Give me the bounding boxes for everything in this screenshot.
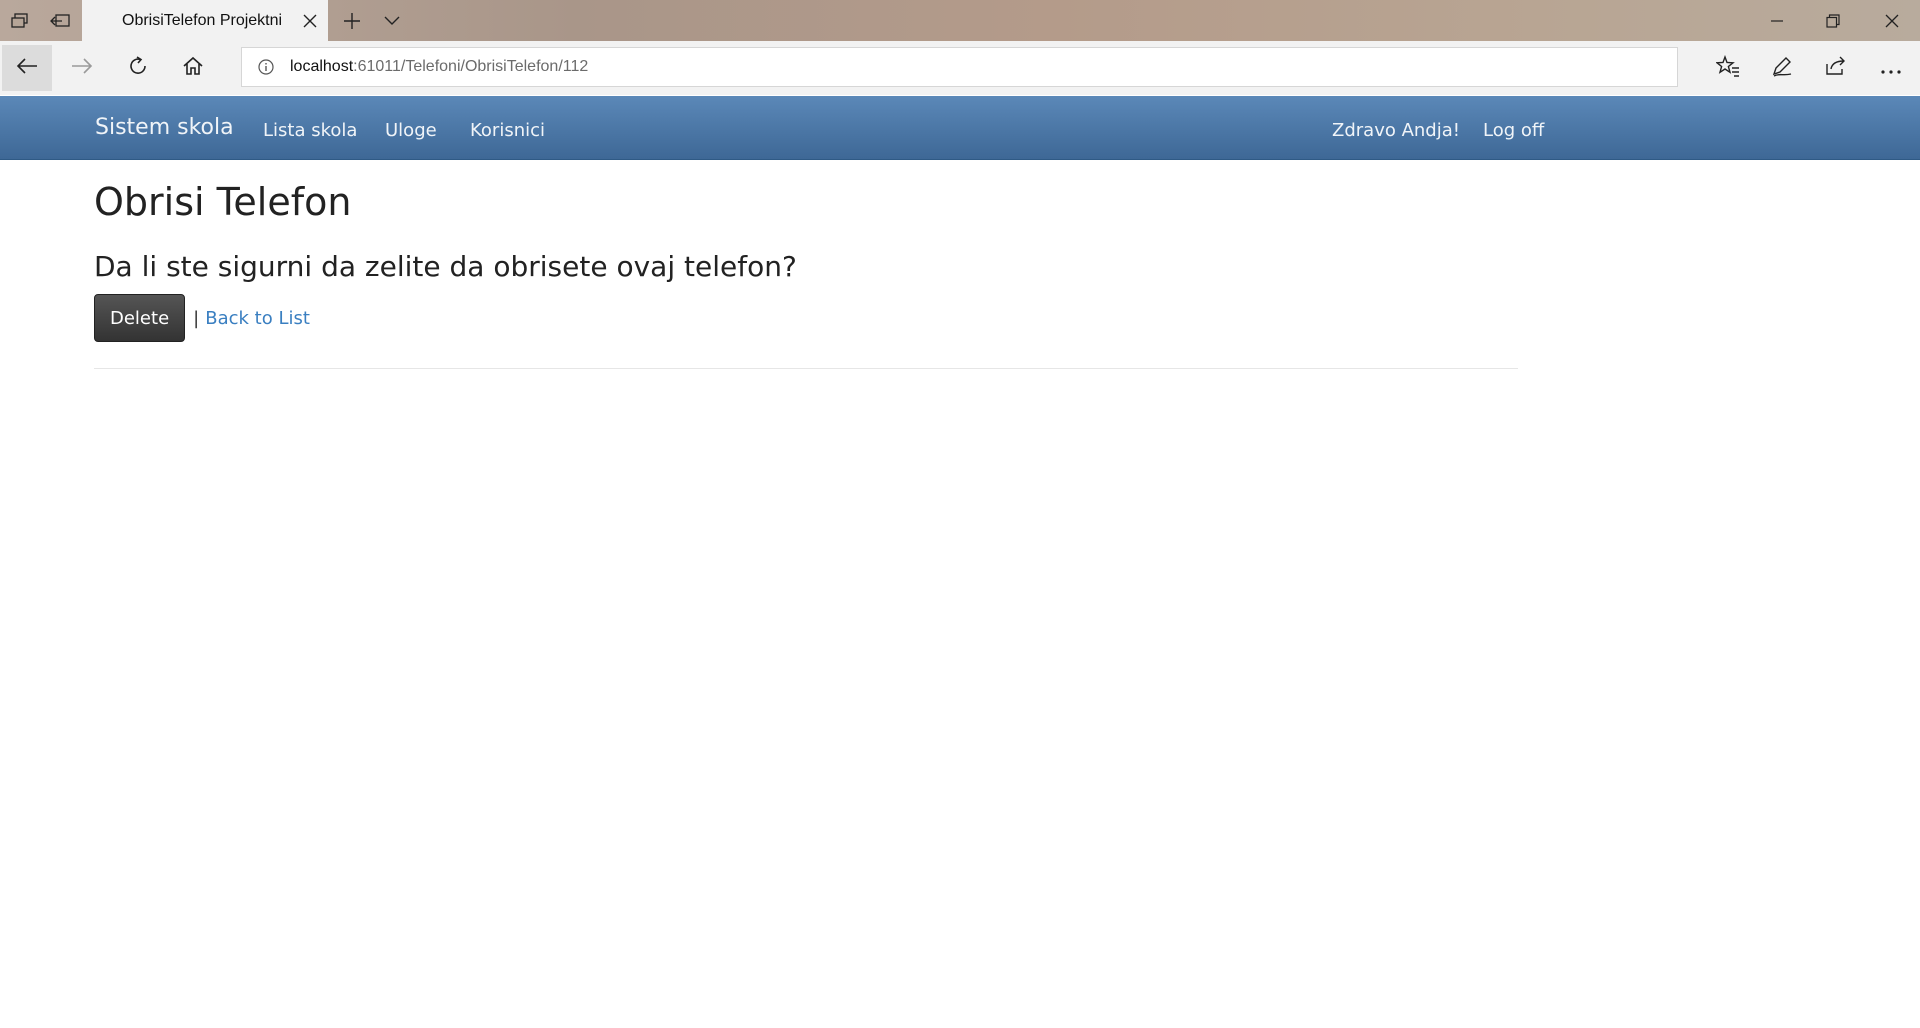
- site-navbar: Sistem skola Lista skola Uloge Korisnici…: [0, 96, 1920, 160]
- nav-link-uloge[interactable]: Uloge: [385, 120, 437, 141]
- close-window-icon[interactable]: [1864, 0, 1920, 41]
- tab-overview-icon[interactable]: [0, 0, 40, 41]
- url-text: localhost:61011/Telefoni/ObrisiTelefon/1…: [290, 58, 588, 76]
- minimize-icon[interactable]: [1749, 0, 1805, 41]
- pen-icon: [1771, 55, 1793, 81]
- refresh-button[interactable]: [113, 45, 163, 91]
- back-button[interactable]: [2, 45, 52, 91]
- delete-confirmation-question: Da li ste sigurni da zelite da obrisete …: [94, 250, 797, 283]
- forward-icon: [71, 57, 93, 79]
- page-title: Obrisi Telefon: [94, 180, 352, 224]
- more-icon: [1881, 59, 1901, 78]
- favorites-button[interactable]: [1703, 45, 1753, 91]
- form-actions: Delete | Back to List: [94, 294, 1518, 342]
- browser-tab-strip: ObrisiTelefon Projektni: [0, 0, 1920, 41]
- restore-icon[interactable]: [1805, 0, 1861, 41]
- navbar-brand[interactable]: Sistem skola: [95, 115, 234, 140]
- tab-preview-chevron-icon[interactable]: [372, 0, 412, 41]
- tab-title: ObrisiTelefon Projektni: [122, 11, 283, 29]
- nav-link-lista-skola[interactable]: Lista skola: [263, 120, 357, 141]
- address-bar[interactable]: localhost:61011/Telefoni/ObrisiTelefon/1…: [241, 47, 1678, 87]
- browser-toolbar: localhost:61011/Telefoni/ObrisiTelefon/1…: [0, 41, 1920, 95]
- user-greeting-link[interactable]: Zdravo Andja!: [1332, 120, 1460, 141]
- pen-button[interactable]: [1757, 45, 1807, 91]
- home-button[interactable]: [168, 45, 218, 91]
- back-to-list-link[interactable]: Back to List: [205, 308, 310, 329]
- home-icon: [182, 56, 204, 80]
- favorites-icon: [1715, 54, 1740, 81]
- forward-button[interactable]: [57, 45, 107, 91]
- refresh-icon: [127, 55, 149, 81]
- logoff-link[interactable]: Log off: [1483, 120, 1544, 141]
- more-button[interactable]: [1866, 45, 1916, 91]
- site-info-icon[interactable]: [258, 58, 276, 76]
- url-path: :61011/Telefoni/ObrisiTelefon/112: [353, 58, 589, 75]
- active-tab[interactable]: ObrisiTelefon Projektni: [82, 0, 328, 41]
- share-button[interactable]: [1811, 45, 1861, 91]
- nav-link-korisnici[interactable]: Korisnici: [470, 120, 545, 141]
- close-tab-icon[interactable]: [298, 9, 322, 33]
- delete-button[interactable]: Delete: [94, 294, 186, 342]
- main-content: Obrisi Telefon Da li ste sigurni da zeli…: [94, 160, 1518, 369]
- back-icon: [16, 57, 38, 79]
- horizontal-divider: [94, 368, 1518, 369]
- share-icon: [1825, 56, 1847, 80]
- url-host: localhost: [290, 58, 354, 75]
- separator: |: [193, 307, 200, 329]
- set-aside-tabs-icon[interactable]: [40, 0, 80, 41]
- new-tab-icon[interactable]: [332, 0, 372, 41]
